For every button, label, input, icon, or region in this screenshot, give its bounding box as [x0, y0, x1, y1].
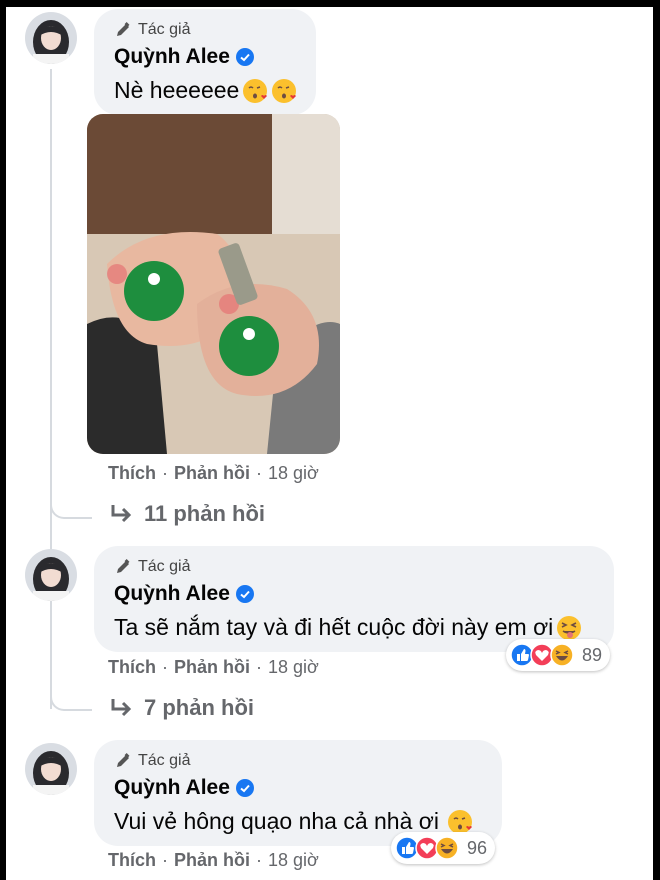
kissing-heart-emoji — [272, 78, 297, 103]
badge-label: Tác giả — [138, 558, 191, 575]
reaction-count: 96 — [467, 837, 488, 858]
comment-bubble: Tác giả Quỳnh Alee Vui vẻ hông quạo nha … — [94, 740, 502, 846]
author-badge: Tác giả — [114, 21, 190, 39]
reaction-count: 89 — [582, 644, 603, 665]
pen-icon — [117, 22, 130, 36]
view-replies-label[interactable]: 7 phản hồi — [144, 695, 254, 721]
comment-photo[interactable] — [87, 114, 340, 454]
thread-curve — [50, 467, 92, 519]
comments-panel: Tác giả Quỳnh Alee Nè heeeeee Thích · Ph… — [6, 7, 653, 880]
like-link[interactable]: Thích — [108, 657, 156, 678]
author-name[interactable]: Quỳnh Alee — [114, 776, 254, 800]
haha-reaction-icon — [550, 643, 574, 667]
thread-line — [50, 69, 52, 709]
verified-icon — [235, 585, 254, 603]
kissing-heart-emoji — [447, 809, 472, 834]
author-name[interactable]: Quỳnh Alee — [114, 45, 254, 69]
timestamp[interactable]: 18 giờ — [268, 657, 319, 678]
like-link[interactable]: Thích — [108, 463, 156, 484]
view-replies-button[interactable]: 7 phản hồi — [110, 695, 254, 721]
separator: · — [256, 850, 262, 870]
pen-icon — [117, 559, 130, 573]
reply-link[interactable]: Phản hồi — [174, 850, 250, 871]
kissing-heart-emoji — [243, 78, 268, 103]
thread-curve — [50, 657, 92, 711]
squinting-tongue-emoji — [557, 615, 582, 640]
author-badge: Tác giả — [114, 558, 190, 576]
separator: · — [162, 657, 168, 677]
separator: · — [256, 657, 262, 677]
view-replies-label[interactable]: 11 phản hồi — [144, 501, 265, 527]
author-badge: Tác giả — [114, 752, 190, 770]
avatar[interactable] — [25, 12, 77, 64]
author-name-text[interactable]: Quỳnh Alee — [114, 776, 230, 800]
verified-icon — [235, 48, 254, 66]
haha-reaction-icon — [435, 836, 459, 860]
avatar[interactable] — [25, 549, 77, 601]
avatar[interactable] — [25, 743, 77, 795]
comment-actions: Thích · Phản hồi · 18 giờ — [108, 657, 319, 678]
verified-icon — [235, 779, 254, 797]
reply-arrow-icon — [111, 505, 132, 523]
comment-actions: Thích · Phản hồi · 18 giờ — [108, 463, 319, 484]
pen-icon — [117, 753, 130, 767]
comment-text: Ta sẽ nắm tay và đi hết cuộc đời này em … — [114, 614, 582, 641]
comment-text-content: Ta sẽ nắm tay và đi hết cuộc đời này em … — [114, 614, 554, 640]
reaction-summary[interactable]: 89 — [506, 639, 611, 671]
badge-label: Tác giả — [138, 752, 191, 769]
timestamp[interactable]: 18 giờ — [268, 850, 319, 871]
view-replies-button[interactable]: 11 phản hồi — [110, 501, 265, 527]
separator: · — [256, 463, 262, 483]
separator: · — [162, 463, 168, 483]
author-name[interactable]: Quỳnh Alee — [114, 582, 254, 606]
like-link[interactable]: Thích — [108, 850, 156, 871]
reply-link[interactable]: Phản hồi — [174, 463, 250, 484]
comment-text-content: Vui vẻ hông quạo nha cả nhà ơi — [114, 808, 439, 834]
badge-label: Tác giả — [138, 21, 191, 38]
comment-bubble: Tác giả Quỳnh Alee Ta sẽ nắm tay và đi h… — [94, 546, 614, 652]
author-name-text[interactable]: Quỳnh Alee — [114, 45, 230, 69]
comment-text: Nè heeeeee — [114, 77, 297, 104]
comment-text: Vui vẻ hông quạo nha cả nhà ơi — [114, 808, 473, 835]
comment-bubble: Tác giả Quỳnh Alee Nè heeeeee — [94, 9, 316, 115]
timestamp[interactable]: 18 giờ — [268, 463, 319, 484]
separator: · — [162, 850, 168, 870]
comment-text-content: Nè heeeeee — [114, 77, 240, 103]
reply-arrow-icon — [111, 699, 132, 717]
reply-link[interactable]: Phản hồi — [174, 657, 250, 678]
comment-actions: Thích · Phản hồi · 18 giờ — [108, 850, 319, 871]
reaction-summary[interactable]: 96 — [391, 832, 496, 864]
author-name-text[interactable]: Quỳnh Alee — [114, 582, 230, 606]
